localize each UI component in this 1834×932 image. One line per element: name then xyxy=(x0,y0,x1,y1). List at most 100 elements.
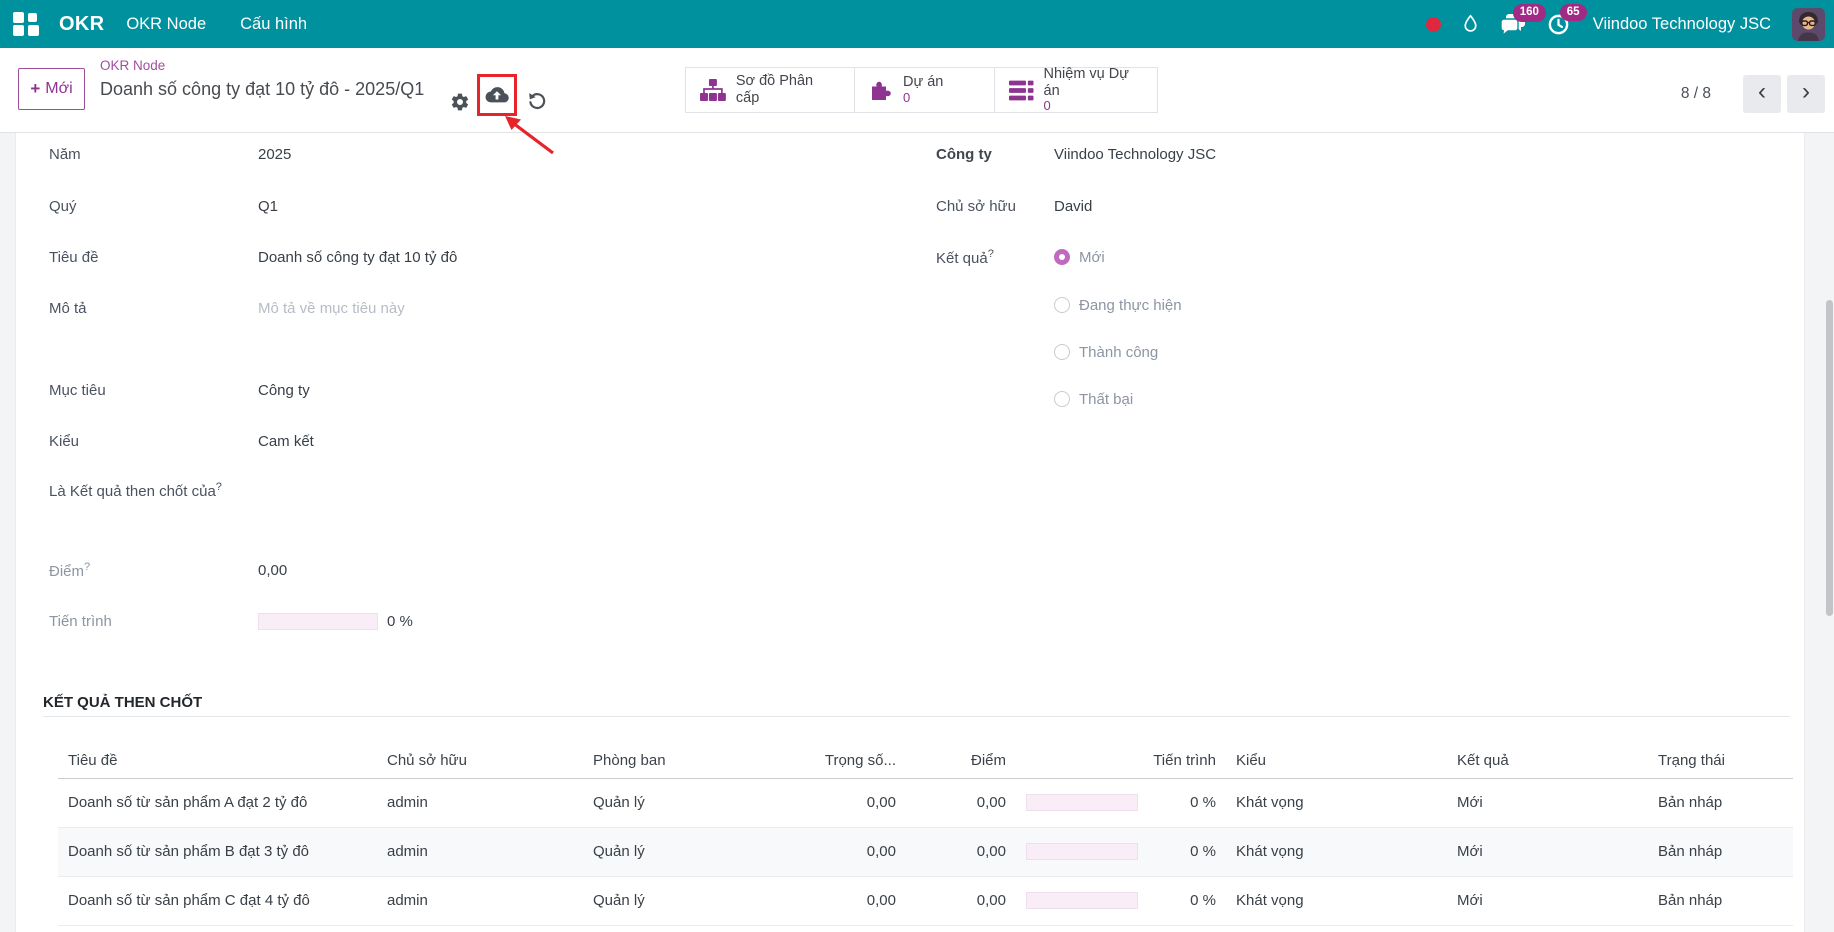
sitemap-icon xyxy=(700,79,726,102)
top-navbar: OKR OKR Node Cấu hình 160 xyxy=(0,0,1834,48)
pager-next-button[interactable]: › xyxy=(1787,75,1825,113)
control-panel: + Mới OKR Node Doanh số công ty đạt 10 t… xyxy=(0,48,1834,133)
field-row-description: Mô tả Mô tả về mục tiêu này xyxy=(49,296,909,320)
field-label: Tiến trình xyxy=(49,613,258,630)
section-title-key-results: KẾT QUẢ THEN CHỐT xyxy=(43,694,202,711)
form-view-background: Năm 2025 Quý Q1 Tiêu đề Doanh số công ty… xyxy=(0,133,1834,932)
field-row-title: Tiêu đề Doanh số công ty đạt 10 tỷ đô xyxy=(49,245,909,269)
smart-button-hierarchy[interactable]: Sơ đồ Phân cấp xyxy=(686,68,854,112)
field-row-type: Kiểu Cam kết xyxy=(49,429,909,453)
col-owner[interactable]: Chủ sở hữu xyxy=(377,743,583,778)
droplet-icon[interactable] xyxy=(1462,13,1479,35)
navbar-right: 160 65 Viindoo Technology JSC xyxy=(1426,0,1825,48)
activities-badge: 65 xyxy=(1560,4,1587,22)
description-field[interactable]: Mô tả về mục tiêu này xyxy=(258,300,405,317)
col-status[interactable]: Trạng thái xyxy=(1648,743,1793,778)
radio-option-in-progress[interactable]: Đang thực hiện xyxy=(1054,293,1182,317)
field-row-quarter: Quý Q1 xyxy=(49,194,909,218)
col-progress[interactable]: Tiến trình xyxy=(1016,743,1226,778)
plus-icon: + xyxy=(30,79,40,99)
radio-option-success[interactable]: Thành công xyxy=(1054,340,1158,364)
radio-icon[interactable] xyxy=(1054,344,1070,360)
activities-clock-icon[interactable]: 65 xyxy=(1547,13,1570,36)
messages-icon[interactable]: 160 xyxy=(1500,13,1526,35)
radio-selected-icon[interactable] xyxy=(1054,249,1070,265)
smart-button-project-tasks[interactable]: Nhiệm vụ Dự án 0 xyxy=(994,68,1157,112)
field-label: Mục tiêu xyxy=(49,382,258,399)
field-label: Điểm? xyxy=(49,561,258,580)
type-field[interactable]: Cam kết xyxy=(258,433,314,450)
field-row-progress: Tiến trình 0 % xyxy=(49,609,909,633)
key-results-table: Tiêu đề Chủ sở hữu Phòng ban Trọng số...… xyxy=(58,743,1793,926)
field-label: Năm xyxy=(49,146,258,163)
field-label: Mô tả xyxy=(49,300,258,317)
pager-previous-button[interactable]: ‹ xyxy=(1743,75,1781,113)
field-row-target: Mục tiêu Công ty xyxy=(49,378,909,402)
quarter-field[interactable]: Q1 xyxy=(258,198,278,215)
smart-button-projects[interactable]: Dự án 0 xyxy=(854,68,994,112)
new-record-button[interactable]: + Mới xyxy=(18,68,85,110)
progress-value: 0 % xyxy=(387,613,413,630)
col-type[interactable]: Kiểu xyxy=(1226,743,1447,778)
field-row-year: Năm 2025 xyxy=(49,142,909,166)
radio-icon[interactable] xyxy=(1054,391,1070,407)
help-marker: ? xyxy=(84,561,90,573)
app-name[interactable]: OKR xyxy=(59,13,104,36)
form-sheet: Năm 2025 Quý Q1 Tiêu đề Doanh số công ty… xyxy=(15,133,1805,932)
field-label: Chủ sở hữu xyxy=(936,198,1054,215)
field-row-owner: Chủ sở hữu David xyxy=(936,194,1576,218)
row-progress-bar xyxy=(1026,843,1138,860)
table-row[interactable]: Doanh số từ sản phẩm B đạt 3 tỷ đô admin… xyxy=(58,827,1793,876)
field-label: Kiểu xyxy=(49,433,258,450)
year-field[interactable]: 2025 xyxy=(258,146,291,163)
target-field[interactable]: Công ty xyxy=(258,382,310,399)
section-divider xyxy=(43,716,1790,717)
col-weight[interactable]: Trọng số... xyxy=(746,743,906,778)
field-row-score: Điểm? 0,00 xyxy=(49,558,909,582)
row-progress-bar xyxy=(1026,892,1138,909)
main-menu: OKR Node Cấu hình xyxy=(126,15,307,34)
task-list-icon xyxy=(1009,80,1034,101)
col-score[interactable]: Điểm xyxy=(906,743,1016,778)
apps-grid-icon[interactable] xyxy=(13,12,39,36)
progress-bar xyxy=(258,613,378,630)
breadcrumb[interactable]: OKR Node xyxy=(100,58,165,73)
discard-undo-icon[interactable] xyxy=(526,90,548,112)
vertical-scrollbar-thumb[interactable] xyxy=(1826,300,1833,616)
field-label: Là Kết quả then chốt của? xyxy=(49,478,258,505)
field-row-result: Kết quả? xyxy=(936,245,1136,269)
annotation-highlight-box xyxy=(477,74,517,116)
smart-buttons: Sơ đồ Phân cấp Dự án 0 Nhiệm vụ Dự xyxy=(685,67,1158,113)
field-label: Kết quả? xyxy=(936,248,1136,267)
messages-badge: 160 xyxy=(1513,4,1546,22)
puzzle-icon xyxy=(869,78,893,102)
help-marker: ? xyxy=(216,481,222,493)
table-header-row: Tiêu đề Chủ sở hữu Phòng ban Trọng số...… xyxy=(58,743,1793,778)
col-department[interactable]: Phòng ban xyxy=(583,743,746,778)
col-result[interactable]: Kết quả xyxy=(1447,743,1648,778)
row-progress-bar xyxy=(1026,794,1138,811)
help-marker: ? xyxy=(988,248,994,260)
col-title[interactable]: Tiêu đề xyxy=(58,743,377,778)
record-title: Doanh số công ty đạt 10 tỷ đô - 2025/Q1 xyxy=(100,79,424,100)
user-avatar[interactable] xyxy=(1792,8,1825,41)
score-field: 0,00 xyxy=(258,562,287,579)
gear-icon[interactable] xyxy=(449,91,471,113)
table-row[interactable]: Doanh số từ sản phẩm C đạt 4 tỷ đô admin… xyxy=(58,876,1793,925)
field-label: Quý xyxy=(49,198,258,215)
radio-option-failed[interactable]: Thất bại xyxy=(1054,387,1133,411)
owner-field[interactable]: David xyxy=(1054,198,1092,215)
pager-value: 8 / 8 xyxy=(1681,85,1711,103)
menu-cau-hinh[interactable]: Cấu hình xyxy=(240,15,307,34)
table-row[interactable]: Doanh số từ sản phẩm A đạt 2 tỷ đô admin… xyxy=(58,778,1793,827)
field-row-key-result-of: Là Kết quả then chốt của? xyxy=(49,478,909,530)
company-field[interactable]: Viindoo Technology JSC xyxy=(1054,146,1216,163)
recording-dot-icon xyxy=(1426,17,1441,32)
radio-icon[interactable] xyxy=(1054,297,1070,313)
field-label: Công ty xyxy=(936,146,1054,163)
user-company-menu[interactable]: Viindoo Technology JSC xyxy=(1593,15,1771,34)
title-field[interactable]: Doanh số công ty đạt 10 tỷ đô xyxy=(258,249,457,266)
radio-option-new[interactable]: Mới xyxy=(1054,245,1105,269)
menu-okr-node[interactable]: OKR Node xyxy=(126,15,206,34)
save-cloud-icon[interactable] xyxy=(485,86,509,104)
